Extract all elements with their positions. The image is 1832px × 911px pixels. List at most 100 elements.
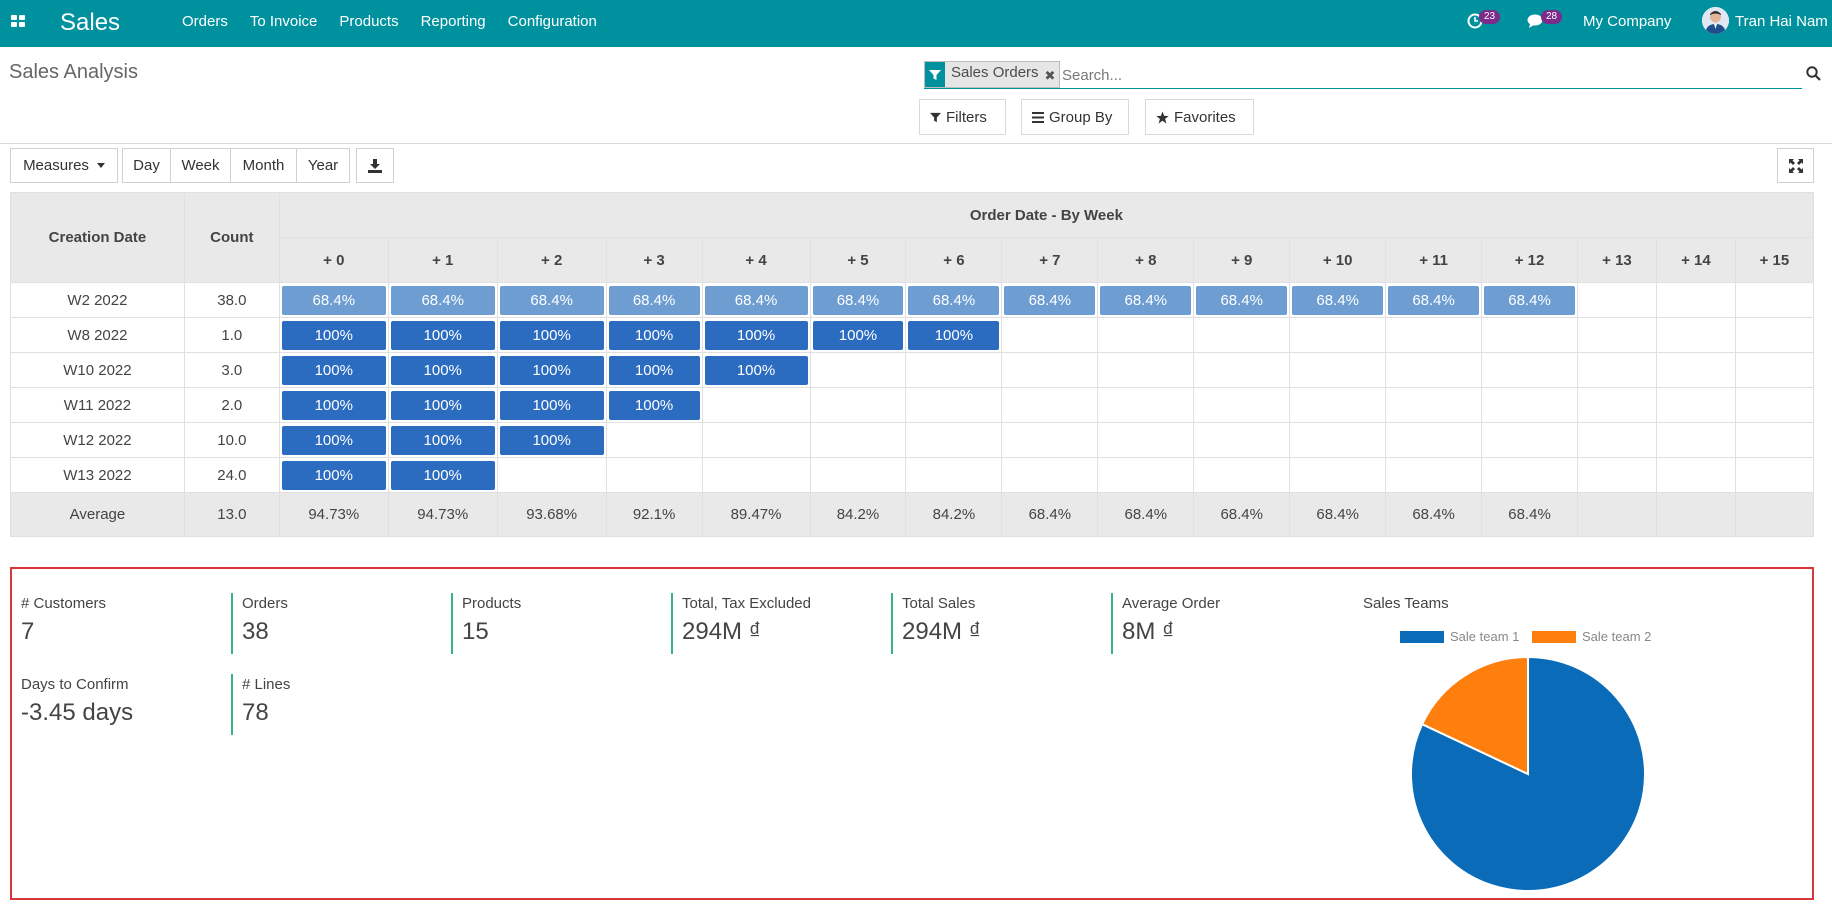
cohort-value[interactable]: 68.4%	[1196, 285, 1288, 315]
cohort-value[interactable]: 100%	[390, 460, 495, 490]
kpi-total-sales[interactable]: Total Sales 294M ₫	[891, 593, 1101, 654]
cohort-value[interactable]: 68.4%	[1100, 285, 1192, 315]
kpi-orders[interactable]: Orders 38	[231, 593, 441, 654]
messages-badge: 28	[1541, 10, 1563, 24]
legend-item-team-2[interactable]: Sale team 2	[1532, 629, 1651, 644]
cohort-value[interactable]: 68.4%	[704, 285, 808, 315]
cohort-value[interactable]: 68.4%	[608, 285, 700, 315]
cohort-value[interactable]: 100%	[704, 355, 808, 385]
company-switcher[interactable]: My Company	[1583, 13, 1671, 30]
row-date-label: W13 2022	[10, 457, 185, 493]
cohort-value[interactable]: 100%	[390, 425, 495, 455]
cohort-cell	[809, 352, 907, 388]
cohort-value[interactable]: 100%	[281, 460, 386, 490]
cohort-value[interactable]: 100%	[281, 355, 386, 385]
cohort-value[interactable]: 68.4%	[1388, 285, 1480, 315]
menu-orders[interactable]: Orders	[182, 13, 228, 30]
search-icon[interactable]	[1806, 66, 1821, 86]
cohort-cell	[1193, 317, 1291, 353]
cohort-value[interactable]: 68.4%	[390, 285, 495, 315]
cohort-value[interactable]: 100%	[608, 320, 700, 350]
cohort-value[interactable]: 68.4%	[908, 285, 1000, 315]
cohort-value[interactable]: 100%	[704, 320, 808, 350]
average-value: 94.73%	[278, 492, 389, 537]
groupby-button[interactable]: Group By	[1021, 99, 1129, 135]
kpi-products[interactable]: Products 15	[451, 593, 661, 654]
menu-to-invoice[interactable]: To Invoice	[250, 13, 318, 30]
cohort-value[interactable]: 100%	[499, 425, 604, 455]
interval-month-button[interactable]: Month	[230, 148, 297, 183]
cohort-value[interactable]: 100%	[608, 355, 700, 385]
kpi-total-tax-excluded[interactable]: Total, Tax Excluded 294M ₫	[671, 593, 881, 654]
cohort-cell	[1385, 422, 1483, 458]
cohort-cell: 100%	[605, 387, 703, 423]
cohort-cell: 68.4%	[496, 282, 607, 318]
search-input[interactable]	[1060, 64, 1780, 86]
menu-products[interactable]: Products	[339, 13, 398, 30]
apps-menu-icon[interactable]	[11, 15, 25, 27]
kpi-label: Orders	[242, 595, 288, 612]
kpi-lines[interactable]: # Lines 78	[231, 674, 441, 735]
cohort-cell	[1481, 457, 1578, 493]
interval-day-button[interactable]: Day	[122, 148, 171, 183]
kpi-value: 8M ₫	[1122, 618, 1175, 645]
cohort-value[interactable]: 100%	[608, 390, 700, 420]
average-value: 84.2%	[809, 492, 907, 537]
cohort-cell: 100%	[701, 317, 811, 353]
cohort-value[interactable]: 68.4%	[1484, 285, 1575, 315]
row-count: 2.0	[183, 387, 280, 423]
favorites-button[interactable]: Favorites	[1145, 99, 1254, 135]
expand-button[interactable]	[1777, 148, 1814, 183]
cohort-value[interactable]: 68.4%	[812, 285, 904, 315]
header-period: + 0	[278, 237, 389, 283]
cohort-value[interactable]: 100%	[390, 320, 495, 350]
cohort-cell: 100%	[496, 317, 607, 353]
filters-label: Filters	[946, 108, 987, 126]
avatar[interactable]	[1702, 7, 1729, 34]
cohort-cell: 100%	[278, 457, 389, 493]
cohort-value[interactable]: 100%	[499, 355, 604, 385]
favorites-label: Favorites	[1174, 108, 1236, 126]
activity-button[interactable]: 23	[1467, 10, 1501, 29]
filters-button[interactable]: Filters	[919, 99, 1006, 135]
average-value: 68.4%	[1289, 492, 1387, 537]
cohort-value[interactable]: 100%	[281, 320, 386, 350]
cohort-value[interactable]: 68.4%	[281, 285, 386, 315]
cohort-cell	[1097, 317, 1195, 353]
cohort-value[interactable]: 100%	[499, 320, 604, 350]
header-period: + 2	[496, 237, 607, 283]
cohort-value[interactable]: 100%	[812, 320, 904, 350]
cohort-cell	[701, 422, 811, 458]
cohort-cell	[809, 422, 907, 458]
cohort-cell	[1481, 317, 1578, 353]
messages-button[interactable]: 28	[1527, 10, 1563, 29]
app-name[interactable]: Sales	[60, 9, 120, 37]
cohort-value[interactable]: 100%	[390, 355, 495, 385]
cohort-value[interactable]: 100%	[390, 390, 495, 420]
menu-configuration[interactable]: Configuration	[508, 13, 597, 30]
kpi-customers[interactable]: # Customers 7	[12, 593, 222, 654]
download-button[interactable]	[356, 148, 394, 183]
cohort-cell: 68.4%	[278, 282, 389, 318]
header-period: + 8	[1097, 237, 1195, 283]
user-avatar-icon	[1702, 7, 1729, 34]
cohort-value[interactable]: 100%	[281, 425, 386, 455]
user-menu[interactable]: Tran Hai Nam	[1735, 13, 1828, 30]
menu-reporting[interactable]: Reporting	[421, 13, 486, 30]
cohort-value[interactable]: 68.4%	[1292, 285, 1384, 315]
cohort-cell: 100%	[387, 457, 498, 493]
cohort-value[interactable]: 68.4%	[499, 285, 604, 315]
cohort-cell	[1577, 457, 1657, 493]
interval-buttons: Day Week Month Year	[122, 148, 350, 183]
legend-item-team-1[interactable]: Sale team 1	[1400, 629, 1519, 644]
cohort-value[interactable]: 100%	[908, 320, 1000, 350]
interval-year-button[interactable]: Year	[296, 148, 350, 183]
cohort-value[interactable]: 100%	[499, 390, 604, 420]
kpi-days-to-confirm[interactable]: Days to Confirm -3.45 days	[12, 674, 222, 735]
interval-week-button[interactable]: Week	[170, 148, 231, 183]
facet-remove-icon[interactable]: ✖	[1043, 62, 1060, 87]
kpi-average-order[interactable]: Average Order 8M ₫	[1111, 593, 1321, 654]
measures-button[interactable]: Measures	[10, 148, 118, 183]
cohort-value[interactable]: 68.4%	[1004, 285, 1096, 315]
cohort-value[interactable]: 100%	[281, 390, 386, 420]
